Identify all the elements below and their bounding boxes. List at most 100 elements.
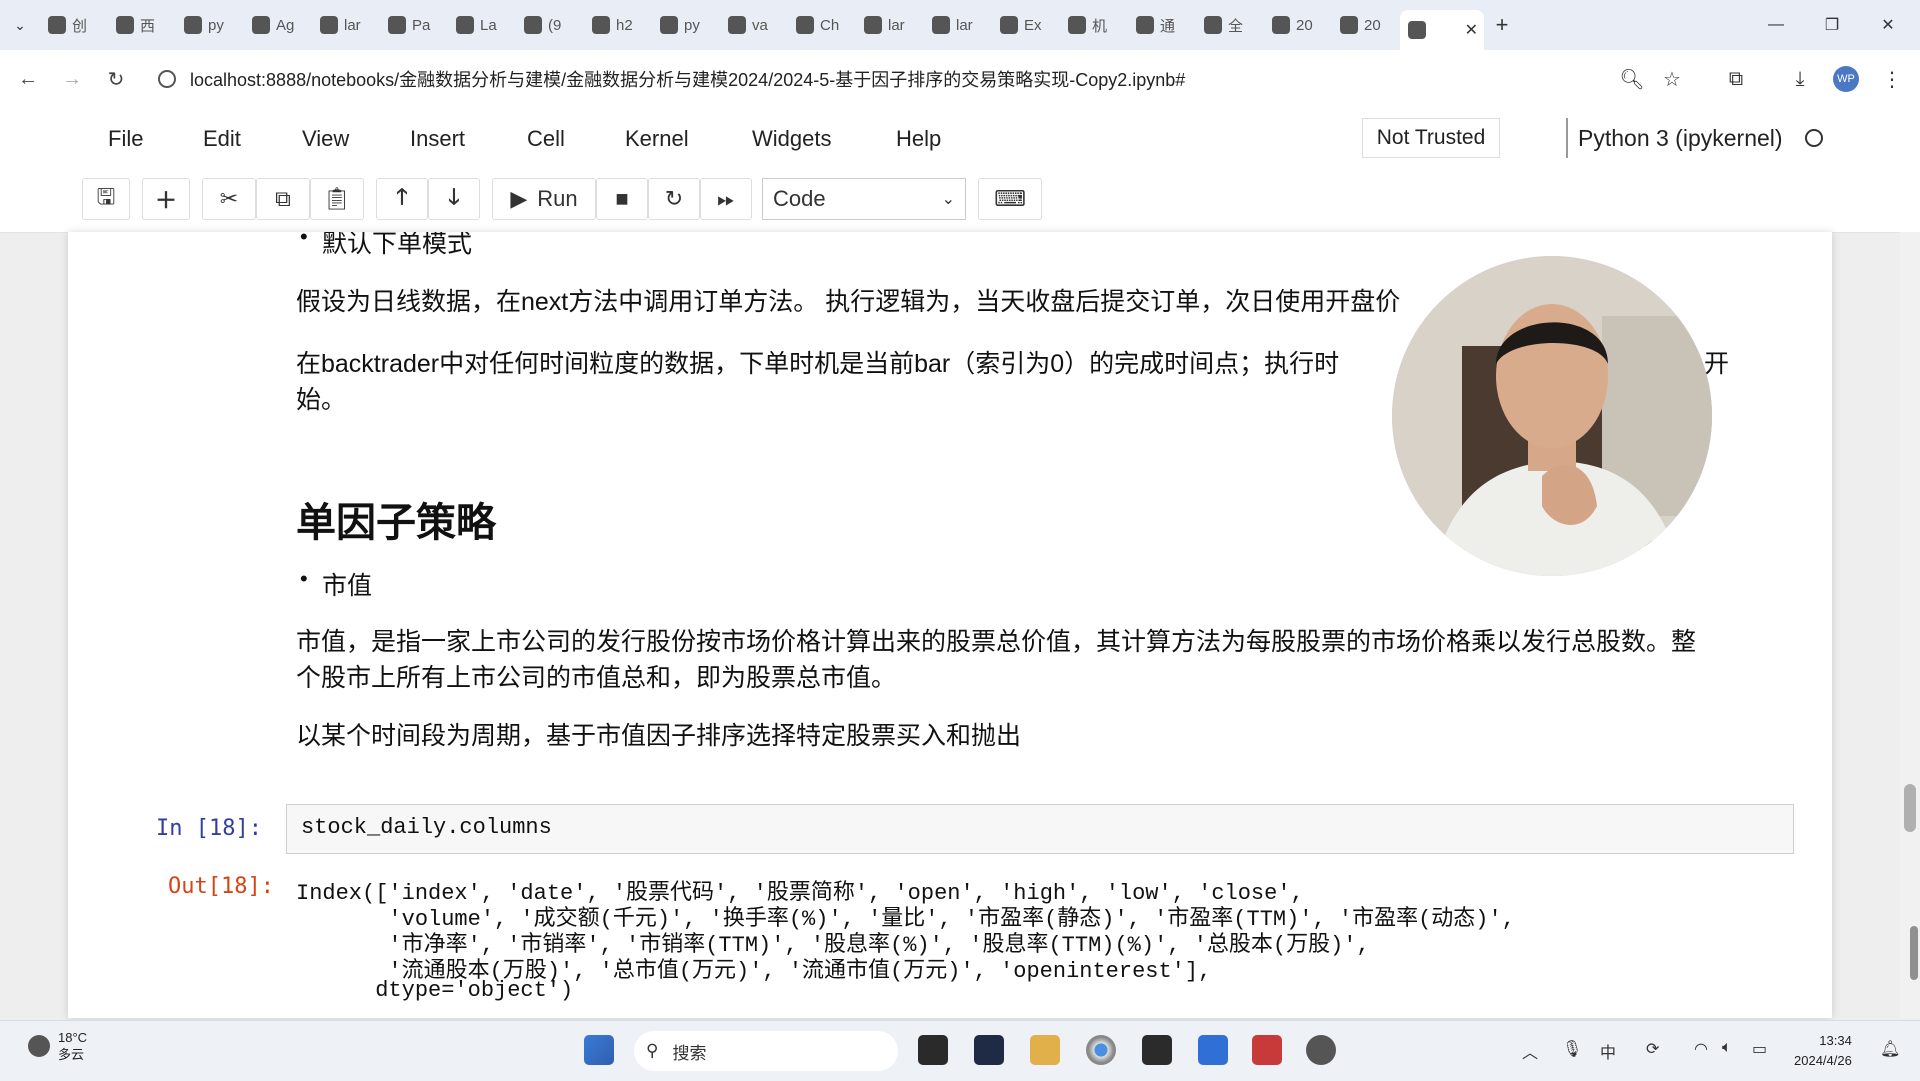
notification-icon[interactable]: 🔔︎ xyxy=(1880,1039,1900,1059)
file-explorer-icon[interactable] xyxy=(1030,1035,1060,1065)
forward-button[interactable]: → xyxy=(52,59,92,99)
markdown-paragraph: 市值，是指一家上市公司的发行股份按市场价格计算出来的股票总价值，其计算方法为每股… xyxy=(296,628,1697,656)
browser-tab[interactable]: 创 xyxy=(40,8,108,42)
menu-file[interactable]: File xyxy=(108,126,143,152)
zhihu-icon xyxy=(524,16,542,34)
browser-tab[interactable]: 20 xyxy=(1332,8,1400,42)
taskbar-search[interactable]: ⚲ 搜索 xyxy=(634,1031,898,1071)
sync-icon[interactable]: ⟳ xyxy=(1646,1039,1659,1059)
browser-tab[interactable]: Ch xyxy=(788,8,856,42)
zoom-icon[interactable]: 🔍︎ xyxy=(1612,59,1652,99)
tab-label: 全 xyxy=(1228,17,1244,35)
save-button[interactable]: 🖫 xyxy=(82,178,130,220)
presenter-video xyxy=(1392,256,1712,576)
terminal-app-icon[interactable] xyxy=(974,1035,1004,1065)
menu-view[interactable]: View xyxy=(302,126,349,152)
download-icon[interactable]: ⤓ xyxy=(1780,59,1820,99)
extensions-icon[interactable]: ⧉ xyxy=(1716,59,1756,99)
menu-widgets[interactable]: Widgets xyxy=(752,126,831,152)
browser-menu-icon[interactable]: ⋮ xyxy=(1872,59,1912,99)
profile-button[interactable]: WP xyxy=(1826,59,1866,99)
wps-icon[interactable] xyxy=(1252,1035,1282,1065)
notebook-scrollbar-thumb[interactable] xyxy=(1904,784,1916,832)
browser-tab[interactable]: lar xyxy=(312,8,380,42)
browser-tab[interactable]: Ag xyxy=(244,8,312,42)
copy-button[interactable]: ⧉ xyxy=(256,178,310,220)
paste-button[interactable]: 📋︎ xyxy=(310,178,364,220)
browser-tab[interactable]: Ex xyxy=(992,8,1060,42)
chrome-icon[interactable] xyxy=(1086,1035,1116,1065)
address-bar[interactable]: localhost:8888/notebooks/金融数据分析与建模/金融数据分… xyxy=(158,58,1578,100)
command-prompt-icon[interactable] xyxy=(1142,1035,1172,1065)
browser-tab[interactable]: 机 xyxy=(1060,8,1128,42)
browser-tab[interactable]: lar xyxy=(856,8,924,42)
move-up-button[interactable]: 🡑 xyxy=(376,178,428,220)
browser-tab[interactable]: lar xyxy=(924,8,992,42)
page-scrollbar[interactable] xyxy=(1900,232,1920,1018)
back-button[interactable]: ← xyxy=(8,59,48,99)
browser-tab[interactable]: La xyxy=(448,8,516,42)
trust-indicator[interactable]: Not Trusted xyxy=(1362,118,1500,158)
task-view-icon[interactable] xyxy=(918,1035,948,1065)
command-palette-button[interactable]: ⌨ xyxy=(978,178,1042,220)
move-down-button[interactable]: 🡓 xyxy=(428,178,480,220)
input-method-icon[interactable]: 中 xyxy=(1600,1039,1616,1063)
kernel-name[interactable]: Python 3 (ipykernel) xyxy=(1578,125,1783,152)
cell-type-select[interactable]: Code ⌄ xyxy=(762,178,966,220)
battery-icon[interactable]: ▭ xyxy=(1752,1039,1767,1059)
browser-tab[interactable]: (9 xyxy=(516,8,584,42)
browser-tab[interactable]: 通 xyxy=(1128,8,1196,42)
browser-tab[interactable]: 20 xyxy=(1264,8,1332,42)
close-window-button[interactable]: ✕ xyxy=(1860,0,1916,50)
tab-label: Pa xyxy=(412,16,431,34)
volume-icon[interactable]: 🔈︎ xyxy=(1722,1039,1732,1057)
menu-edit[interactable]: Edit xyxy=(203,126,241,152)
recorder-icon[interactable] xyxy=(1306,1035,1336,1065)
menu-help[interactable]: Help xyxy=(896,126,941,152)
browser-tab[interactable]: h2 xyxy=(584,8,652,42)
browser-tab[interactable]: 西 xyxy=(108,8,176,42)
page-scrollbar-thumb[interactable] xyxy=(1910,926,1918,980)
wifi-icon[interactable]: ◠ xyxy=(1694,1039,1708,1059)
url-text[interactable]: localhost:8888/notebooks/金融数据分析与建模/金融数据分… xyxy=(190,66,1185,92)
restart-button[interactable]: ↻ xyxy=(648,178,700,220)
new-tab-button[interactable]: + xyxy=(1484,12,1520,38)
microphone-icon[interactable]: 🎙︎ xyxy=(1562,1039,1582,1059)
loading-icon xyxy=(1204,16,1222,34)
code-text[interactable]: stock_daily.columns xyxy=(301,815,552,840)
menu-insert[interactable]: Insert xyxy=(410,126,465,152)
minimize-button[interactable]: — xyxy=(1748,0,1804,50)
browser-tab[interactable]: py xyxy=(652,8,720,42)
cut-button[interactable]: ✂ xyxy=(202,178,256,220)
run-button[interactable]: ▶ Run xyxy=(492,178,596,220)
keyboard-icon: ⌨ xyxy=(994,186,1026,211)
restart-run-all-button[interactable]: ⏩︎ xyxy=(700,178,752,220)
close-tab-icon[interactable]: ✕ xyxy=(1465,20,1478,40)
insert-cell-button[interactable]: ＋ xyxy=(142,178,190,220)
browser-tab[interactable]: va xyxy=(720,8,788,42)
browser-tab[interactable]: Pa xyxy=(380,8,448,42)
browser-tab[interactable]: 全 xyxy=(1196,8,1264,42)
menu-kernel[interactable]: Kernel xyxy=(625,126,689,152)
start-menu-icon[interactable] xyxy=(584,1035,614,1065)
tab-label: La xyxy=(480,16,497,34)
code-cell-editor[interactable]: stock_daily.columns xyxy=(286,804,1794,854)
mail-icon xyxy=(252,16,270,34)
interrupt-button[interactable]: ■ xyxy=(596,178,648,220)
weather-widget[interactable]: 18°C 多云 xyxy=(28,1029,87,1063)
reload-button[interactable]: ↻ xyxy=(96,59,136,99)
browser-tab-active[interactable]: ✕ xyxy=(1400,10,1484,50)
browser-tab[interactable]: py xyxy=(176,8,244,42)
vscode-icon[interactable] xyxy=(1198,1035,1228,1065)
play-icon: ▶ xyxy=(510,186,528,211)
system-clock[interactable]: 13:34 2024/4/26 xyxy=(1794,1031,1852,1071)
restore-button[interactable]: ❐ xyxy=(1804,0,1860,50)
site-info-icon[interactable] xyxy=(158,70,176,88)
tray-overflow-icon[interactable]: ︿ xyxy=(1522,1039,1538,1063)
tab-label: lar xyxy=(956,16,973,34)
notebook-icon xyxy=(1340,16,1358,34)
bookmark-star-icon[interactable]: ☆ xyxy=(1652,59,1692,99)
tab-search-chevron-icon[interactable]: ⌄ xyxy=(0,0,40,50)
menu-cell[interactable]: Cell xyxy=(527,126,565,152)
kernel-idle-icon xyxy=(1804,129,1823,147)
